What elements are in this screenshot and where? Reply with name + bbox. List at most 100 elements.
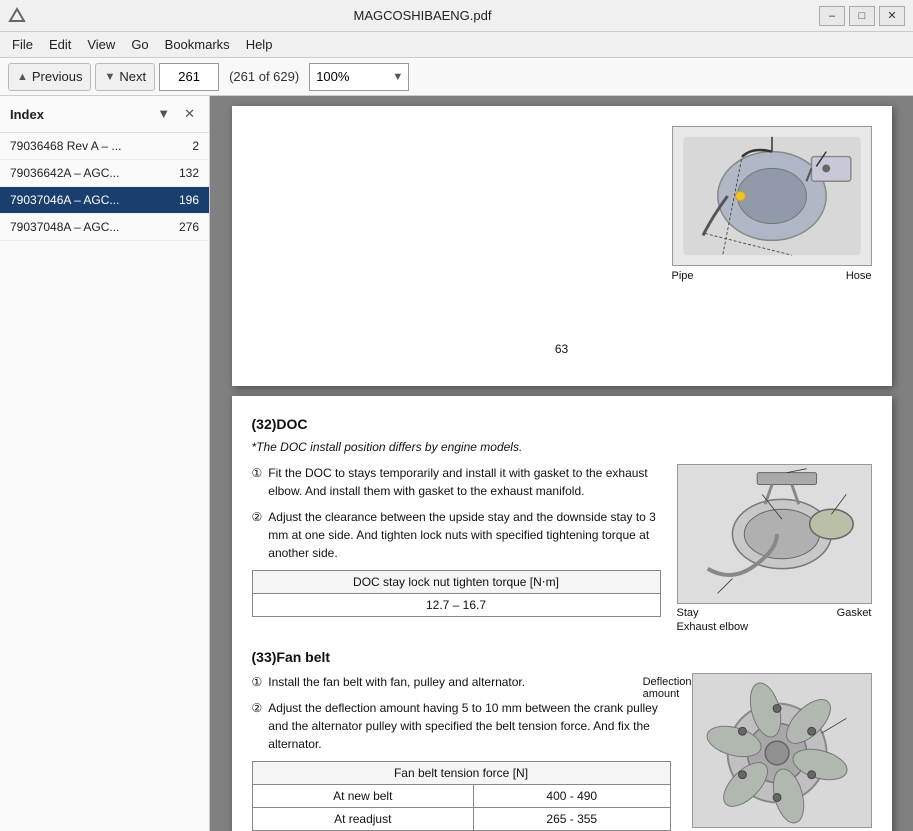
next-button[interactable]: ▼ Next xyxy=(95,63,155,91)
fan-step-2: ② Adjust the deflection amount having 5 … xyxy=(252,699,671,753)
pipe-hose-diagram xyxy=(672,126,872,266)
menu-file[interactable]: File xyxy=(4,34,41,55)
sidebar-item-1[interactable]: 79036642A – AGC... 132 xyxy=(0,160,209,187)
sidebar-item-page-1: 132 xyxy=(179,166,199,180)
sidebar-list: 79036468 Rev A – ... 2 79036642A – AGC..… xyxy=(0,133,209,831)
torque-table: DOC stay lock nut tighten torque [N⋅m] 1… xyxy=(252,570,661,617)
menu-bar: File Edit View Go Bookmarks Help xyxy=(0,32,913,58)
fan-row-0-value: 400 - 490 xyxy=(474,785,671,808)
fan-table: Fan belt tension force [N] At new belt 4… xyxy=(252,761,671,831)
zoom-select[interactable]: 100% 50% 75% 125% 150% 200% xyxy=(309,63,409,91)
fan-table-row-0: At new belt 400 - 490 xyxy=(252,785,670,808)
sidebar: Index ▼ ✕ 79036468 Rev A – ... 2 7903664… xyxy=(0,96,210,831)
fan-step-2-text: Adjust the deflection amount having 5 to… xyxy=(268,699,670,753)
doc-diagram: Stay Gasket Exhaust elbow xyxy=(677,464,872,633)
stay-label: Stay xyxy=(677,607,699,619)
page-number: 63 xyxy=(252,342,872,356)
doc-diagram-bottom-labels: Exhaust elbow xyxy=(677,621,872,633)
title-bar: MAGCOSHIBAENG.pdf – □ ✕ xyxy=(0,0,913,32)
sidebar-item-2[interactable]: 79037046A – AGC... 196 xyxy=(0,187,209,214)
minimize-button[interactable]: – xyxy=(819,6,845,26)
doc-step-2-num: ② xyxy=(252,508,263,562)
pipe-label: Pipe xyxy=(672,270,694,282)
fan-step-1-text: Install the fan belt with fan, pulley an… xyxy=(268,673,670,691)
prev-arrow-icon: ▲ xyxy=(17,71,28,83)
doc-step-1-text: Fit the DOC to stays temporarily and ins… xyxy=(268,464,660,500)
fan-row-0-label: At new belt xyxy=(252,785,474,808)
next-label: Next xyxy=(119,69,146,84)
torque-table-header: DOC stay lock nut tighten torque [N⋅m] xyxy=(252,571,660,594)
hose-label: Hose xyxy=(846,270,872,282)
doc-step-2-text: Adjust the clearance between the upside … xyxy=(268,508,660,562)
fan-table-row-1: At readjust 265 - 355 xyxy=(252,808,670,831)
fan-belt-title: (33)Fan belt xyxy=(252,649,872,665)
gasket-label: Gasket xyxy=(837,607,872,619)
page-count: (261 of 629) xyxy=(229,69,299,84)
previous-label: Previous xyxy=(32,69,83,84)
previous-button[interactable]: ▲ Previous xyxy=(8,63,91,91)
toolbar: ▲ Previous ▼ Next (261 of 629) 100% 50% … xyxy=(0,58,913,96)
doc-section: (32)DOC *The DOC install position differ… xyxy=(252,416,872,633)
sidebar-title: Index xyxy=(10,107,44,122)
doc-diagram-box xyxy=(677,464,872,604)
sidebar-item-text-0: 79036468 Rev A – ... xyxy=(10,139,184,153)
pdf-page-1: Pipe Hose 63 xyxy=(232,106,892,386)
sidebar-item-page-2: 196 xyxy=(179,193,199,207)
sidebar-item-0[interactable]: 79036468 Rev A – ... 2 xyxy=(0,133,209,160)
menu-help[interactable]: Help xyxy=(238,34,281,55)
sidebar-expand-button[interactable]: ▼ xyxy=(153,104,174,124)
sidebar-close-button[interactable]: ✕ xyxy=(180,104,199,124)
title-bar-left xyxy=(8,7,26,25)
next-arrow-icon: ▼ xyxy=(104,71,115,83)
doc-section-title: (32)DOC xyxy=(252,416,872,432)
sidebar-controls: ▼ ✕ xyxy=(153,104,199,124)
sidebar-item-text-2: 79037046A – AGC... xyxy=(10,193,171,207)
page-top-diagram-area: Pipe Hose xyxy=(252,126,872,282)
exhaust-elbow-label: Exhaust elbow xyxy=(677,621,749,633)
fan-row-1-label: At readjust xyxy=(252,808,474,831)
menu-bookmarks[interactable]: Bookmarks xyxy=(157,34,238,55)
fan-step-1: ① Install the fan belt with fan, pulley … xyxy=(252,673,671,691)
pdf-area[interactable]: Pipe Hose 63 (32)DOC *The DOC install po… xyxy=(210,96,913,831)
doc-step-1: ① Fit the DOC to stays temporarily and i… xyxy=(252,464,661,500)
menu-edit[interactable]: Edit xyxy=(41,34,79,55)
doc-diagram-labels: Stay Gasket xyxy=(677,607,872,619)
doc-section-note: *The DOC install position differs by eng… xyxy=(252,440,872,454)
fan-instructions: ① Install the fan belt with fan, pulley … xyxy=(252,673,671,831)
close-button[interactable]: ✕ xyxy=(879,6,905,26)
window-title: MAGCOSHIBAENG.pdf xyxy=(26,8,819,23)
sidebar-item-text-3: 79037048A – AGC... xyxy=(10,220,171,234)
fan-step-2-num: ② xyxy=(252,699,263,753)
diagram-labels: Pipe Hose xyxy=(672,270,872,282)
fan-table-header: Fan belt tension force [N] xyxy=(252,762,670,785)
app-icon xyxy=(8,7,26,25)
fan-diagram-area: Deflection amount xyxy=(687,673,872,831)
sidebar-item-3[interactable]: 79037048A – AGC... 276 xyxy=(0,214,209,241)
doc-content-row: ① Fit the DOC to stays temporarily and i… xyxy=(252,464,872,633)
sidebar-item-text-1: 79036642A – AGC... xyxy=(10,166,171,180)
deflection-label-text: Deflection amount xyxy=(643,676,692,700)
zoom-wrapper: 100% 50% 75% 125% 150% 200% ▼ xyxy=(309,63,409,91)
fan-belt-section: (33)Fan belt ① Install the fan belt with… xyxy=(252,649,872,831)
doc-instructions: ① Fit the DOC to stays temporarily and i… xyxy=(252,464,661,633)
fan-diagram-svg xyxy=(693,673,871,828)
doc-step-1-num: ① xyxy=(252,464,263,500)
main-area: Index ▼ ✕ 79036468 Rev A – ... 2 7903664… xyxy=(0,96,913,831)
sidebar-item-page-3: 276 xyxy=(179,220,199,234)
page-input[interactable] xyxy=(159,63,219,91)
maximize-button[interactable]: □ xyxy=(849,6,875,26)
pipe-hose-svg xyxy=(673,127,871,265)
fan-row-1-value: 265 - 355 xyxy=(474,808,671,831)
torque-table-value: 12.7 – 16.7 xyxy=(252,594,660,617)
sidebar-item-page-0: 2 xyxy=(192,139,199,153)
fan-content-row: ① Install the fan belt with fan, pulley … xyxy=(252,673,872,831)
doc-diagram-svg xyxy=(678,464,871,604)
fan-step-1-num: ① xyxy=(252,673,263,691)
window-controls: – □ ✕ xyxy=(819,6,905,26)
menu-go[interactable]: Go xyxy=(123,34,156,55)
sidebar-header: Index ▼ ✕ xyxy=(0,96,209,133)
doc-step-2: ② Adjust the clearance between the upsid… xyxy=(252,508,661,562)
fan-diagram-box xyxy=(692,673,872,828)
menu-view[interactable]: View xyxy=(79,34,123,55)
pdf-page-2: (32)DOC *The DOC install position differ… xyxy=(232,396,892,831)
